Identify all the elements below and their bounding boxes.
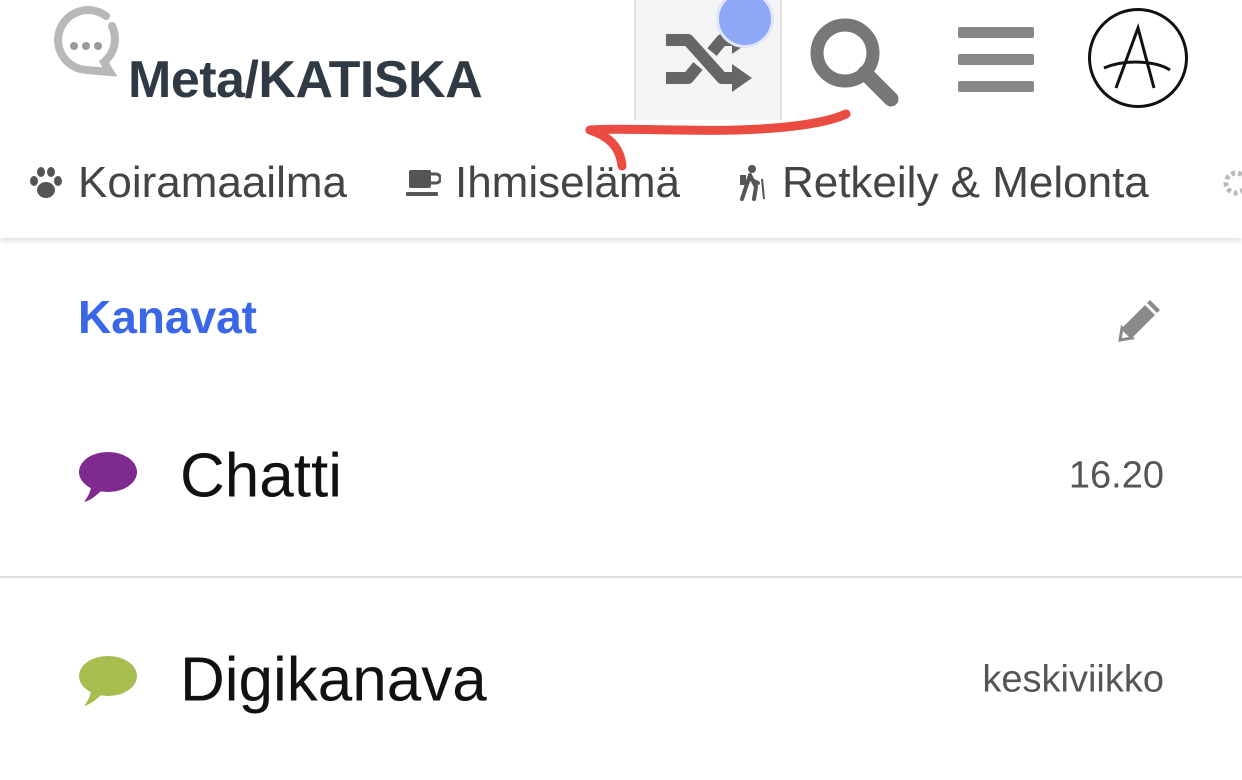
menu-button[interactable] — [946, 0, 1046, 120]
channel-row-chatti[interactable]: Chatti 16.20 — [0, 376, 1242, 576]
category-label: Koiramaailma — [78, 158, 347, 207]
anarchy-a-avatar — [1103, 23, 1171, 89]
pencil-icon — [1118, 300, 1160, 342]
hiking-icon — [738, 165, 768, 201]
edit-channels-button[interactable] — [1112, 292, 1168, 348]
category-bar: Koiramaailma Ihmiselämä Retkeily & Melon… — [0, 140, 1242, 226]
list-divider — [0, 576, 1242, 578]
channel-last-activity: keskiviikko — [982, 658, 1164, 701]
chat-bubble-icon — [79, 656, 137, 706]
channel-last-activity: 16.20 — [1068, 454, 1164, 497]
hamburger-menu-icon — [958, 27, 1034, 92]
gear-icon[interactable] — [1220, 168, 1242, 198]
channel-name: Digikanava — [180, 645, 487, 715]
search-button[interactable] — [800, 0, 904, 120]
section-title-kanavat: Kanavat — [78, 291, 257, 343]
channel-row-digikanava[interactable]: Digikanava keskiviikko — [0, 580, 1242, 780]
paw-icon — [28, 166, 64, 200]
chat-bubble-icon — [79, 452, 137, 502]
channel-name: Chatti — [180, 441, 342, 511]
category-label: Ihmiselämä — [454, 158, 680, 207]
category-ihmiselama[interactable]: Ihmiselämä — [405, 158, 680, 208]
chat-dots-logo-icon — [54, 6, 119, 77]
category-retkeily[interactable]: Retkeily & Melonta — [738, 158, 1149, 208]
site-logo[interactable]: Meta/KATISKA — [46, 6, 483, 109]
category-label: Retkeily & Melonta — [781, 158, 1149, 207]
user-avatar[interactable] — [1088, 8, 1188, 108]
site-title: Meta/KATISKA — [128, 51, 483, 109]
coffee-icon — [405, 168, 441, 198]
site-header: Meta/KATISKA Koiramaailma Ihmiselämä Ret… — [0, 0, 1242, 238]
search-icon — [810, 18, 899, 107]
category-koiramaailma[interactable]: Koiramaailma — [28, 158, 347, 208]
